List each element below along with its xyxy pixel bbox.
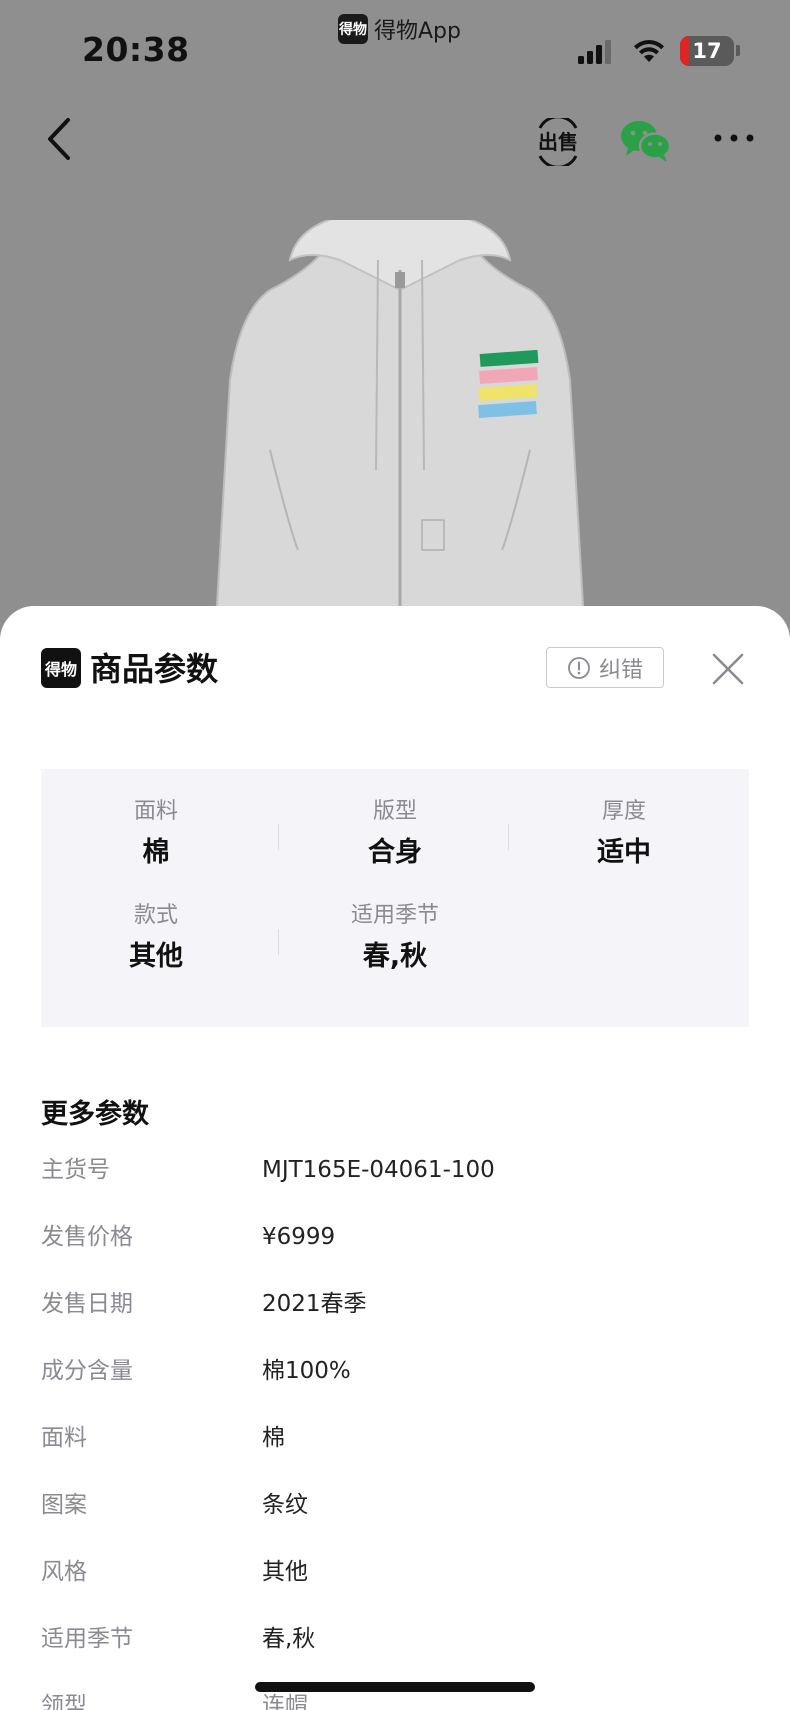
- param-label: 成分含量: [41, 1358, 133, 1384]
- param-label: 图案: [41, 1492, 87, 1518]
- param-label: 风格: [41, 1559, 87, 1585]
- home-indicator[interactable]: [255, 1682, 535, 1692]
- summary-divider: [278, 929, 279, 955]
- summary-item-thickness: 厚度 适中: [509, 797, 739, 873]
- param-label: 主货号: [41, 1157, 110, 1183]
- list-item: 主货号 MJT165E-04061-100: [41, 1150, 751, 1217]
- battery-icon: 17: [680, 36, 734, 66]
- more-icon[interactable]: [712, 128, 756, 148]
- summary-label: 版型: [372, 799, 417, 824]
- param-value: 其他: [262, 1559, 308, 1585]
- summary-label: 适用季节: [350, 903, 439, 928]
- app-name: 得物App: [374, 19, 461, 44]
- battery-cap: [736, 45, 740, 56]
- param-value: 春,秋: [262, 1626, 316, 1652]
- summary-item-fabric: 面料 棉: [41, 797, 271, 873]
- summary-value: 其他: [129, 941, 183, 972]
- summary-item-season: 适用季节 春,秋: [280, 901, 510, 977]
- list-item: 风格 其他: [41, 1552, 751, 1619]
- summary-divider: [278, 824, 279, 850]
- summary-value: 合身: [368, 837, 422, 868]
- summary-value: 春,秋: [362, 941, 428, 972]
- list-item: 发售价格 ¥6999: [41, 1217, 751, 1284]
- summary-label: 款式: [133, 903, 178, 928]
- list-item: 成分含量 棉100%: [41, 1351, 751, 1418]
- battery-percentage: 17: [692, 39, 722, 63]
- param-value: 棉100%: [262, 1358, 351, 1384]
- sell-icon[interactable]: 出售: [534, 118, 582, 166]
- sell-icon-label: 出售: [538, 130, 578, 154]
- summary-item-fit: 版型 合身: [280, 797, 510, 873]
- list-item: 发售日期 2021春季: [41, 1284, 751, 1351]
- more-parameters-heading: 更多参数: [41, 1099, 149, 1130]
- report-error-button[interactable]: 纠错: [546, 647, 664, 688]
- status-time: 20:38: [82, 30, 190, 69]
- param-value: 棉: [262, 1425, 285, 1451]
- list-item: 面料 棉: [41, 1418, 751, 1485]
- summary-value: 棉: [142, 837, 170, 868]
- wechat-icon[interactable]: [620, 118, 672, 164]
- param-label: 发售日期: [41, 1291, 133, 1317]
- param-value: ¥6999: [262, 1224, 336, 1250]
- summary-value: 适中: [597, 837, 651, 868]
- param-label: 面料: [41, 1425, 87, 1451]
- app-logo: 得物: [338, 14, 368, 44]
- summary-label: 面料: [133, 799, 178, 824]
- exclamation-circle-icon: [568, 656, 590, 679]
- param-value: 2021春季: [262, 1291, 367, 1317]
- param-value: 条纹: [262, 1492, 308, 1518]
- product-parameters-sheet: 得物 商品参数 纠错 面料 棉 版型 合身 厚度 适中 款式 其他 适用季节 春…: [0, 606, 790, 1710]
- close-icon[interactable]: [710, 651, 746, 687]
- sheet-title: 商品参数: [90, 650, 219, 688]
- summary-label: 厚度: [601, 799, 646, 824]
- active-app-indicator[interactable]: 得物 得物App: [338, 14, 461, 44]
- param-label: 适用季节: [41, 1626, 133, 1652]
- product-page-background: 20:38 得物 得物App 17 出售: [0, 0, 790, 640]
- back-icon[interactable]: [40, 114, 80, 164]
- brand-logo: 得物: [41, 648, 81, 688]
- report-error-label: 纠错: [598, 657, 643, 683]
- product-image-hoodie[interactable]: [190, 220, 610, 640]
- signal-icon: [578, 40, 611, 64]
- param-value: MJT165E-04061-100: [262, 1157, 495, 1183]
- sheet-header: 得物 商品参数 纠错: [0, 606, 790, 736]
- param-label: 发售价格: [41, 1224, 133, 1250]
- parameter-list: 主货号 MJT165E-04061-100 发售价格 ¥6999 发售日期 20…: [41, 1150, 751, 1710]
- status-bar: 20:38 得物 得物App 17: [0, 0, 790, 90]
- param-label: 领型: [41, 1693, 87, 1710]
- key-parameters-card: 面料 棉 版型 合身 厚度 适中 款式 其他 适用季节 春,秋: [41, 769, 749, 1027]
- summary-item-style: 款式 其他: [41, 901, 271, 977]
- wifi-icon: [634, 39, 664, 62]
- list-item: 图案 条纹: [41, 1485, 751, 1552]
- list-item: 适用季节 春,秋: [41, 1619, 751, 1686]
